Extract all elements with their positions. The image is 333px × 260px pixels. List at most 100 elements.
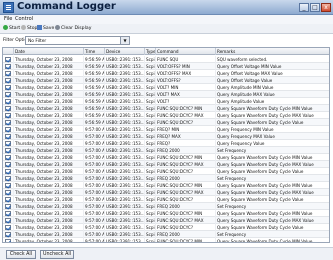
row-checkbox[interactable] xyxy=(5,127,11,132)
table-row[interactable]: Thursday, October 23, 20089:57:00 AMUSB0… xyxy=(3,126,329,133)
table-row[interactable]: Thursday, October 23, 20089:56:59 AMUSB0… xyxy=(3,98,329,105)
row-checkbox-cell xyxy=(3,189,14,196)
row-checkbox[interactable] xyxy=(5,232,11,237)
row-checkbox[interactable] xyxy=(5,155,11,160)
header-device[interactable]: Device xyxy=(105,48,145,55)
row-checkbox-cell xyxy=(3,140,14,147)
cell-type: Scpi xyxy=(146,189,156,196)
cell-command: FUNC:SQU:DCYC? MAX xyxy=(156,112,216,119)
row-checkbox[interactable] xyxy=(5,71,11,76)
table-row[interactable]: Thursday, October 23, 20089:57:00 AMUSB0… xyxy=(3,196,329,203)
table-row[interactable]: Thursday, October 23, 20089:56:59 AMUSB0… xyxy=(3,105,329,112)
row-checkbox[interactable] xyxy=(5,218,11,223)
cell-device: USB0::2391::153... xyxy=(106,210,145,217)
table-row[interactable]: Thursday, October 23, 20089:57:00 AMUSB0… xyxy=(3,133,329,140)
stop-button[interactable]: Stop xyxy=(21,25,37,33)
row-checkbox[interactable] xyxy=(5,197,11,202)
row-checkbox-cell xyxy=(3,161,14,168)
row-checkbox[interactable] xyxy=(5,85,11,90)
menu-control[interactable]: Control xyxy=(15,16,33,22)
row-checkbox[interactable] xyxy=(5,190,11,195)
chevron-down-icon[interactable]: ▼ xyxy=(120,37,129,44)
table-row[interactable]: Thursday, October 23, 20089:57:00 AMUSB0… xyxy=(3,140,329,147)
cell-remarks: Query Offset Voltage MAX Value xyxy=(217,71,283,76)
cell-device: USB0::2391::153... xyxy=(106,238,145,243)
table-row[interactable]: Thursday, October 23, 20089:57:00 AMUSB0… xyxy=(3,161,329,168)
table-row[interactable]: Thursday, October 23, 20089:57:00 AMUSB0… xyxy=(3,231,329,238)
table-row[interactable]: Thursday, October 23, 20089:56:59 AMUSB0… xyxy=(3,91,329,98)
row-checkbox[interactable] xyxy=(5,92,11,97)
table-row[interactable]: Thursday, October 23, 20089:57:00 AMUSB0… xyxy=(3,168,329,175)
filter-value: No Filter xyxy=(28,38,47,44)
row-checkbox[interactable] xyxy=(5,183,11,188)
minimize-button[interactable]: _ xyxy=(299,3,309,12)
maximize-button[interactable]: □ xyxy=(310,3,320,12)
filter-row: Filter Options: No Filter ▼ xyxy=(0,36,333,45)
header-type[interactable]: Type xyxy=(145,48,156,55)
row-checkbox[interactable] xyxy=(5,204,11,209)
cell-device: USB0::2391::153... xyxy=(106,91,145,98)
row-checkbox[interactable] xyxy=(5,120,11,125)
row-checkbox[interactable] xyxy=(5,169,11,174)
row-checkbox[interactable] xyxy=(5,134,11,139)
row-checkbox[interactable] xyxy=(5,57,11,62)
row-checkbox[interactable] xyxy=(5,239,11,242)
start-button[interactable]: Start xyxy=(3,25,20,33)
table-row[interactable]: Thursday, October 23, 20089:57:00 AMUSB0… xyxy=(3,147,329,154)
row-checkbox[interactable] xyxy=(5,176,11,181)
row-checkbox[interactable] xyxy=(5,99,11,104)
table-row[interactable]: Thursday, October 23, 20089:56:59 AMUSB0… xyxy=(3,63,329,70)
stop-label: Stop xyxy=(27,26,38,31)
table-row[interactable]: Thursday, October 23, 20089:57:00 AMUSB0… xyxy=(3,210,329,217)
cell-remarks: Query Square Waveform Duty Cycle MIN Val… xyxy=(217,183,313,188)
clear-display-button[interactable]: Clear Display xyxy=(55,25,91,33)
cell-time: 9:57:00 AM xyxy=(85,224,105,231)
header-date[interactable]: Date xyxy=(14,48,84,55)
table-row[interactable]: Thursday, October 23, 20089:56:59 AMUSB0… xyxy=(3,119,329,126)
row-checkbox-cell xyxy=(3,133,14,140)
header-checkbox-col[interactable] xyxy=(3,48,14,55)
cell-date: Thursday, October 23, 2008 xyxy=(14,98,84,105)
row-checkbox[interactable] xyxy=(5,106,11,111)
uncheck-all-button[interactable]: Uncheck All xyxy=(40,250,74,259)
row-checkbox[interactable] xyxy=(5,141,11,146)
menu-file[interactable]: File xyxy=(4,16,12,22)
table-row[interactable]: Thursday, October 23, 20089:57:00 AMUSB0… xyxy=(3,182,329,189)
table-row[interactable]: Thursday, October 23, 20089:57:00 AMUSB0… xyxy=(3,224,329,231)
table-row[interactable]: Thursday, October 23, 20089:56:59 AMUSB0… xyxy=(3,84,329,91)
row-checkbox[interactable] xyxy=(5,64,11,69)
table-row[interactable]: Thursday, October 23, 20089:56:59 AMUSB0… xyxy=(3,56,329,63)
table-row[interactable]: Thursday, October 23, 20089:57:00 AMUSB0… xyxy=(3,217,329,224)
cell-device: USB0::2391::153... xyxy=(106,161,145,168)
table-row[interactable]: Thursday, October 23, 20089:56:59 AMUSB0… xyxy=(3,70,329,77)
table-row[interactable]: Thursday, October 23, 20089:56:59 AMUSB0… xyxy=(3,77,329,84)
table-row[interactable]: Thursday, October 23, 20089:56:59 AMUSB0… xyxy=(3,112,329,119)
table-row[interactable]: Thursday, October 23, 20089:57:00 AMUSB0… xyxy=(3,175,329,182)
header-time[interactable]: Time xyxy=(84,48,105,55)
table-row[interactable]: Thursday, October 23, 20089:57:00 AMUSB0… xyxy=(3,189,329,196)
row-checkbox[interactable] xyxy=(5,211,11,216)
row-checkbox[interactable] xyxy=(5,162,11,167)
header-remarks[interactable]: Remarks xyxy=(216,48,329,55)
close-button[interactable]: x xyxy=(321,3,331,12)
header-command[interactable]: Command xyxy=(156,48,216,55)
save-button[interactable]: Save xyxy=(37,25,54,33)
cell-type: Scpi xyxy=(146,105,156,112)
row-checkbox-cell xyxy=(3,56,14,63)
table-row[interactable]: Thursday, October 23, 20089:57:00 AMUSB0… xyxy=(3,154,329,161)
table-row[interactable]: Thursday, October 23, 20089:57:00 AMUSB0… xyxy=(3,203,329,210)
cell-remarks: Query Square Waveform Duty Cycle MAX Val… xyxy=(217,162,314,167)
cell-date: Thursday, October 23, 2008 xyxy=(14,147,84,154)
row-checkbox-cell xyxy=(3,175,14,182)
row-checkbox[interactable] xyxy=(5,148,11,153)
row-checkbox[interactable] xyxy=(5,225,11,230)
filter-select[interactable]: No Filter ▼ xyxy=(25,36,130,45)
cell-type: Scpi xyxy=(146,84,156,91)
row-checkbox[interactable] xyxy=(5,78,11,83)
cell-remarks: Query Square Waveform Duty Cycle MAX Val… xyxy=(217,218,314,223)
table-row[interactable]: Thursday, October 23, 20089:57:00 AMUSB0… xyxy=(3,238,329,243)
check-all-button[interactable]: Check All xyxy=(6,250,36,259)
row-checkbox[interactable] xyxy=(5,113,11,118)
cell-device: USB0::2391::153... xyxy=(106,203,145,210)
cell-command: FREQ? MIN xyxy=(156,126,216,133)
